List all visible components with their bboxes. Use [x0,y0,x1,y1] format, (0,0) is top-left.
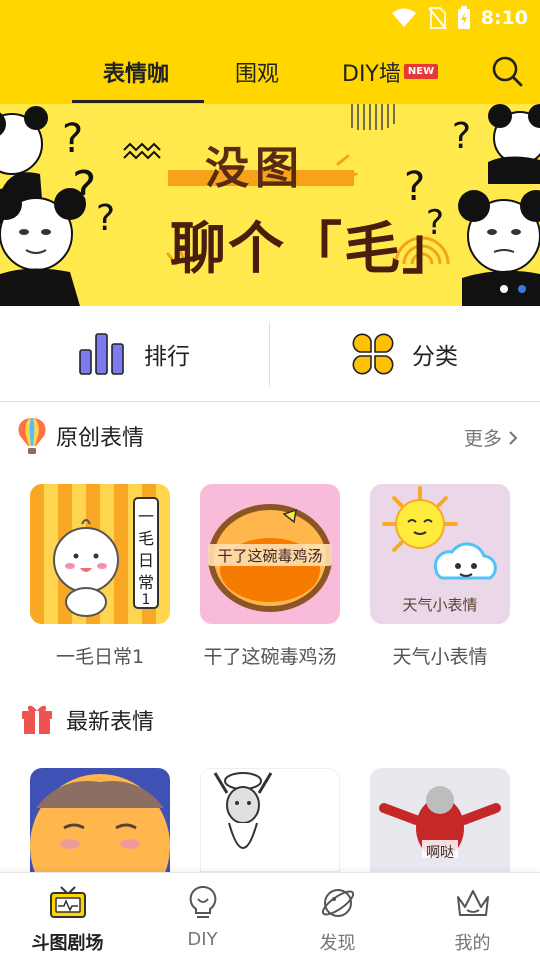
ranking-label: 排行 [144,344,190,370]
section-title: 最新表情 [66,710,155,735]
bottom-nav-label: DIY [187,929,218,950]
chevron-right-icon [509,430,518,445]
svg-text:毛: 毛 [138,529,154,548]
bottom-nav-diy[interactable]: DIY [135,873,270,960]
tab-diy-wall[interactable]: DIY墙 [342,56,401,88]
sticker-pack-card[interactable] [30,768,170,872]
gift-icon [22,705,52,734]
svg-text:?: ? [72,161,96,215]
new-badge: NEW [404,64,438,79]
sticker-cover-image: 一 毛 日 常 1 [30,484,170,624]
no-sim-icon [427,7,447,30]
status-bar: 8:10 [0,0,540,36]
latest-section-header: 最新表情 [0,688,540,748]
wifi-icon [391,8,416,27]
search-icon[interactable] [490,54,524,88]
tv-icon [49,886,86,918]
sticker-cover-image [201,769,339,871]
top-nav: 表情咖 围观 DIY墙 NEW [0,36,540,104]
sticker-pack-card[interactable]: 天气小表情 [370,484,510,624]
sticker-pack-card[interactable]: 一 毛 日 常 1 [30,484,170,624]
battery-charging-icon [457,6,470,29]
bottom-nav-label: 发现 [319,933,356,954]
bottom-nav-label: 我的 [454,933,491,954]
svg-text:?: ? [452,116,471,157]
sticker-pack-title[interactable]: 一毛日常1 [15,642,185,669]
bottom-nav-theater[interactable]: 斗图剧场 [0,873,135,960]
promo-banner[interactable]: ? ? ? ? ? ? 没图 聊个「毛」 [0,104,540,306]
category-grid-icon [352,333,394,375]
banner-dot[interactable] [500,285,508,293]
planet-icon [321,889,354,917]
bottom-nav: 斗图剧场 DIY 发现 我的 [0,872,540,960]
category-button[interactable]: 分类 [352,306,458,402]
sticker-pack-card[interactable]: 干了这碗毒鸡汤 [200,484,340,624]
status-time: 8:10 [480,7,528,29]
bottom-nav-label: 斗图剧场 [31,933,104,954]
status-icons: 8:10 [391,6,528,30]
more-link[interactable]: 更多 [464,424,518,451]
tab-weiguan[interactable]: 围观 [235,56,279,88]
tab-biaoqingka[interactable]: 表情咖 [103,56,169,88]
svg-text:干了这碗毒鸡汤: 干了这碗毒鸡汤 [217,547,322,565]
bar-chart-icon [79,333,124,375]
bottom-nav-discover[interactable]: 发现 [270,873,405,960]
section-title: 原创表情 [56,426,145,451]
quick-actions: 排行 分类 [0,306,540,402]
hot-air-balloon-icon [18,418,46,454]
sticker-cover-caption: 啊哒 [426,845,454,861]
svg-text:?: ? [96,198,115,239]
sticker-cover-image [30,768,170,872]
svg-text:一: 一 [138,507,154,526]
sticker-pack-title[interactable]: 天气小表情 [355,642,525,669]
svg-text:日: 日 [138,551,154,570]
sticker-cover-image: 天气小表情 [370,484,510,624]
banner-dot-active[interactable] [518,285,526,293]
sticker-pack-card[interactable] [200,768,340,872]
ranking-button[interactable]: 排行 [78,306,190,402]
more-label: 更多 [463,428,502,450]
bottom-nav-mine[interactable]: 我的 [405,873,540,960]
active-tab-indicator [72,100,204,103]
svg-text:天气小表情: 天气小表情 [402,596,477,614]
original-section-header: 原创表情 更多 [0,404,540,464]
crown-icon [456,890,489,916]
category-label: 分类 [412,344,458,370]
sticker-cover-image: 干了这碗毒鸡汤 [200,484,340,624]
lightbulb-icon [189,885,216,918]
banner-title-line1: 没图 [205,143,305,194]
svg-text:?: ? [62,116,83,162]
svg-text:常: 常 [138,573,154,592]
sticker-pack-card[interactable]: 啊哒 [370,768,510,872]
banner-title-line2: 聊个「毛」 [170,216,460,282]
divider [269,322,270,386]
sticker-pack-title[interactable]: 干了这碗毒鸡汤 [185,642,355,669]
svg-text:1: 1 [142,592,151,608]
